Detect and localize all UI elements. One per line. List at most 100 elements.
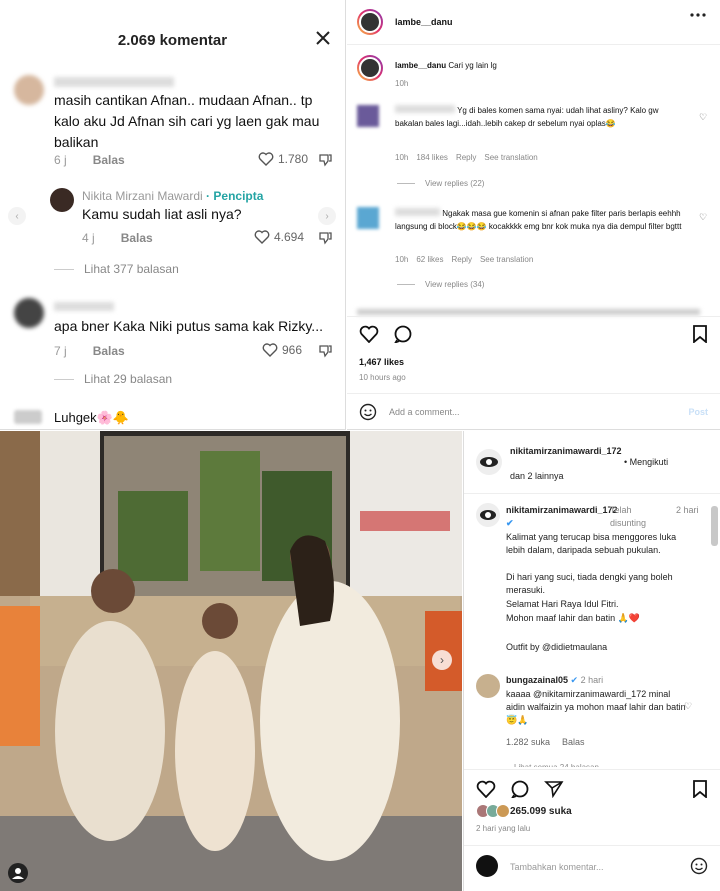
comment-likes: 184 likes (416, 153, 448, 162)
post-button[interactable]: Post (688, 406, 708, 419)
like-count: 1.780 (278, 152, 309, 166)
like-button[interactable]: 966 (262, 343, 302, 357)
chevron-right-icon[interactable]: › (432, 650, 452, 670)
caption-line: Di hari yang suci, tiada dengki yang bol… (506, 572, 673, 595)
heart-icon (254, 230, 270, 244)
post-photo[interactable]: › (0, 431, 462, 891)
reply-age: 4 j (82, 231, 95, 245)
caption-username[interactable]: nikitamirzanimawardi_172 ✔ (506, 504, 618, 530)
avatar[interactable] (357, 55, 383, 81)
caption-username[interactable]: lambe__danu (395, 61, 446, 70)
post-author[interactable]: nikitamirzanimawardi_172 (510, 445, 640, 458)
comment-text: Yg di bales komen sama nyai: udah lihat … (395, 104, 685, 130)
post-author[interactable]: lambe__danu (395, 17, 453, 27)
see-translation[interactable]: See translation (484, 153, 537, 162)
reply-button[interactable]: Reply (456, 153, 476, 162)
comment-text: apa bner Kaka Niki putus sama kak Rizky.… (54, 318, 323, 334)
post-likes[interactable]: 1,467 likes (359, 357, 404, 367)
add-comment-input[interactable]: Tambahkan komentar... (510, 861, 604, 874)
comment-age: 2 hari (580, 675, 604, 685)
reply-button[interactable]: Balas (562, 736, 585, 749)
avatar[interactable] (357, 105, 379, 127)
heart-icon (262, 343, 278, 357)
view-replies-link[interactable]: Lihat 29 balasan (54, 372, 172, 386)
post-age: 10 hours ago (359, 373, 406, 382)
dislike-icon[interactable] (318, 344, 332, 358)
follow-status[interactable]: • Mengikuti (624, 456, 668, 469)
comment-likes: 62 likes (416, 255, 444, 264)
avatar[interactable] (476, 674, 500, 698)
view-replies-link[interactable]: View replies (22) (397, 179, 484, 188)
avatar[interactable] (476, 449, 502, 475)
view-all-replies[interactable]: Lihat semua 24 balasan (514, 761, 599, 767)
like-count: 4.694 (274, 230, 305, 244)
comments-count-title: 2.069 komentar (117, 32, 228, 49)
comment-icon[interactable] (393, 325, 413, 343)
comment-author-blurred (54, 76, 174, 90)
heart-icon[interactable] (359, 325, 379, 343)
chevron-left-icon[interactable]: ‹ (8, 207, 26, 225)
avatar[interactable] (14, 410, 42, 424)
creator-badge: Pencipta (213, 189, 264, 203)
see-translation[interactable]: See translation (480, 255, 533, 264)
share-icon[interactable] (544, 780, 564, 798)
bookmark-icon[interactable] (692, 780, 708, 798)
avatar[interactable] (357, 207, 379, 229)
more-options-icon[interactable] (690, 13, 706, 17)
caption-line: Outfit by @didietmaulana (506, 642, 608, 652)
creator-avatar[interactable] (50, 188, 74, 212)
heart-icon[interactable]: ♡ (699, 212, 707, 223)
like-count: 966 (282, 343, 303, 357)
liked-by-avatars[interactable] (476, 804, 510, 818)
scrollbar[interactable] (711, 506, 718, 546)
add-comment-input[interactable]: Add a comment... (389, 406, 460, 419)
avatar[interactable] (476, 503, 500, 527)
chevron-right-icon[interactable]: › (318, 207, 336, 225)
dislike-icon[interactable] (318, 231, 332, 245)
view-replies-link[interactable]: View replies (34) (397, 280, 484, 289)
avatar[interactable] (14, 298, 44, 328)
reply-button[interactable]: Balas (121, 231, 153, 245)
follow-label: Mengikuti (629, 457, 669, 467)
caption-line: Mohon maaf lahir dan batin 🙏❤️ (506, 613, 640, 623)
heart-icon (258, 152, 274, 166)
emoji-icon[interactable] (359, 403, 377, 421)
comment-meta: 1.282 suka Balas (506, 736, 585, 749)
comment-meta: 6 j Balas (54, 153, 125, 167)
caption-text: Cari yg lain lg (448, 61, 497, 70)
comment-text: Ngakak masa gue komenin si afnan pake fi… (395, 207, 685, 233)
comment-username[interactable]: bungazainal05 (506, 675, 568, 685)
view-replies-link[interactable]: Lihat 377 balasan (54, 262, 179, 276)
collaborators[interactable]: dan 2 lainnya (510, 470, 564, 483)
bookmark-icon[interactable] (692, 325, 708, 343)
caption: lambe__danu Cari yg lain lg (395, 59, 497, 72)
verified-icon: ✔ (506, 518, 514, 528)
close-icon[interactable] (315, 30, 331, 46)
heart-icon[interactable]: ♡ (699, 112, 707, 123)
emoji-icon[interactable] (690, 857, 708, 875)
caption-age: 2 hari (676, 505, 699, 515)
comment-likes: 1.282 suka (506, 737, 551, 747)
comment-icon[interactable] (510, 780, 530, 798)
user-tag-icon[interactable] (8, 863, 28, 883)
comment-age: 10h (395, 153, 409, 162)
post-likes[interactable]: 265.099 suka (510, 805, 572, 818)
comment-text: kaaaa @nikitamirzanimawardi_172 minal ai… (506, 689, 686, 725)
avatar[interactable] (357, 9, 383, 35)
reply-button[interactable]: Balas (93, 153, 125, 167)
comment-text: masih cantikan Afnan.. mudaan Afnan.. tp… (54, 92, 320, 150)
comment-age: 10h (395, 255, 409, 264)
instagram-post-sidebar: nikitamirzanimawardi_172 dan 2 lainnya •… (463, 431, 720, 891)
reply-button[interactable]: Balas (93, 344, 125, 358)
like-button[interactable]: 1.780 (258, 152, 308, 166)
reply-button[interactable]: Reply (451, 255, 471, 264)
heart-icon[interactable]: ♡ (684, 700, 692, 713)
edited-label: Telah disunting (610, 505, 647, 528)
like-button[interactable]: 4.694 (254, 230, 304, 244)
heart-icon[interactable] (476, 780, 496, 798)
instagram-comments-panel: lambe__danu lambe__danu Cari yg lain lg … (347, 0, 720, 430)
tiktok-comments-panel: 2.069 komentar masih cantikan Afnan.. mu… (0, 0, 346, 430)
avatar[interactable] (14, 75, 44, 105)
verified-icon: ✔ (570, 675, 579, 685)
dislike-icon[interactable] (318, 153, 332, 167)
